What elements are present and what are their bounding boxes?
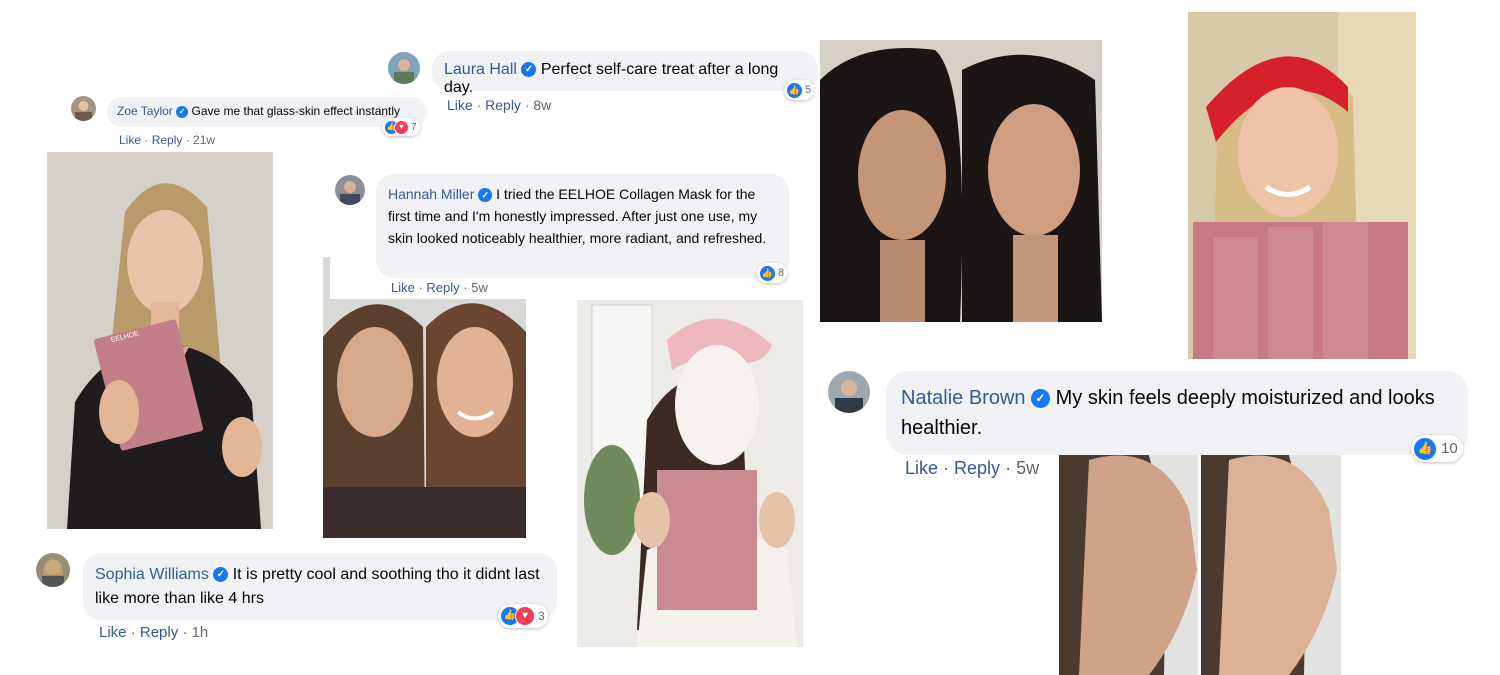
comment-actions-sophia: Like · Reply · 1h: [99, 624, 209, 641]
commenter-name[interactable]: Sophia Williams: [95, 566, 209, 583]
verified-badge-icon: ✓: [521, 62, 537, 78]
comment-time: 8w: [533, 97, 552, 113]
like-reaction-icon: 👍: [1413, 436, 1437, 461]
reaction-count-sophia[interactable]: 👍 ♥ 3: [498, 604, 548, 628]
like-reaction-icon: 👍: [786, 81, 803, 99]
love-reaction-icon: ♥: [515, 606, 535, 626]
commenter-name[interactable]: Laura Hall: [444, 61, 517, 78]
verified-badge-icon: ✓: [1031, 389, 1051, 409]
comment-time: 21w: [193, 133, 216, 147]
photo-side-profile-before-after: [1059, 420, 1341, 675]
comment-actions-hannah: Like · Reply · 5w: [391, 280, 488, 295]
like-link[interactable]: Like: [119, 133, 141, 147]
verified-badge-icon: ✓: [176, 105, 189, 118]
reaction-count-natalie[interactable]: 👍 10: [1411, 435, 1463, 462]
comment-actions-laura: Like · Reply · 8w: [447, 97, 552, 113]
photo-woman-holding-mask: EELHOE: [47, 152, 273, 529]
reply-link[interactable]: Reply: [140, 624, 178, 641]
comment-time: 5w: [471, 280, 488, 295]
photo-woman-red-headband: [1188, 12, 1416, 359]
comment-bubble-sophia: Sophia Williams ✓ It is pretty cool and …: [83, 553, 557, 620]
reply-link[interactable]: Reply: [954, 458, 1000, 478]
comment-actions-natalie: Like · Reply · 5w: [905, 458, 1040, 478]
verified-badge-icon: ✓: [478, 188, 493, 203]
reaction-count: 5: [805, 84, 812, 96]
like-link[interactable]: Like: [391, 280, 415, 295]
commenter-name[interactable]: Zoe Taylor: [117, 104, 173, 118]
reply-link[interactable]: Reply: [152, 133, 183, 147]
love-reaction-icon: ♥: [394, 119, 409, 135]
reaction-count: 7: [411, 121, 417, 133]
reaction-count: 10: [1441, 440, 1458, 457]
like-link[interactable]: Like: [99, 624, 127, 641]
photo-before-after-curly: [820, 40, 1102, 322]
reaction-count-hannah[interactable]: 👍 8: [757, 263, 788, 283]
reaction-count-zoe[interactable]: 👍 ♥ 7: [382, 118, 420, 136]
photo-before-after-freckles: [323, 257, 526, 538]
like-link[interactable]: Like: [905, 458, 938, 478]
photo-woman-sheet-mask: [577, 300, 803, 647]
comment-actions-zoe: Like · Reply · 21w: [119, 133, 216, 147]
reaction-count: 8: [778, 267, 785, 279]
comment-text: Gave me that glass-skin effect instantly: [191, 104, 401, 118]
reaction-count: 3: [538, 609, 545, 623]
verified-badge-icon: ✓: [213, 567, 229, 583]
comment-bubble-hannah: Hannah Miller ✓ I tried the EELHOE Colla…: [376, 174, 789, 278]
reply-link[interactable]: Reply: [485, 97, 521, 113]
comment-bubble-zoe: Zoe Taylor ✓ Gave me that glass-skin eff…: [107, 97, 427, 127]
avatar-hannah-miller[interactable]: [335, 175, 365, 205]
comment-time: 5w: [1016, 458, 1040, 478]
comment-bubble-laura: Laura Hall ✓ Perfect self-care treat aft…: [432, 51, 818, 96]
comment-time: 1h: [191, 624, 209, 641]
comment-bubble-natalie: Natalie Brown ✓ My skin feels deeply moi…: [886, 371, 1468, 455]
commenter-name[interactable]: Hannah Miller: [388, 186, 474, 202]
reaction-count-laura[interactable]: 👍 5: [784, 80, 815, 100]
avatar-laura-hall[interactable]: [388, 52, 420, 84]
avatar-zoe-taylor[interactable]: [71, 96, 96, 121]
reply-link[interactable]: Reply: [426, 280, 459, 295]
like-reaction-icon: 👍: [759, 264, 776, 282]
commenter-name[interactable]: Natalie Brown: [901, 387, 1026, 409]
avatar-sophia-williams[interactable]: [36, 553, 70, 587]
avatar-natalie-brown[interactable]: [828, 371, 870, 413]
like-link[interactable]: Like: [447, 97, 473, 113]
